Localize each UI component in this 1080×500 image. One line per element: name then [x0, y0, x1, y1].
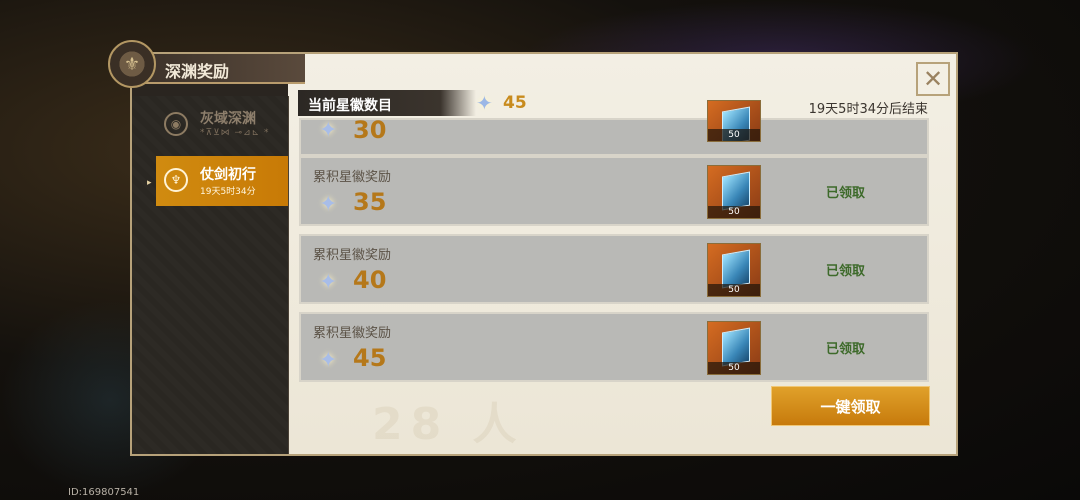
- reward-stars: 30: [353, 116, 387, 144]
- star-icon: ✦: [319, 192, 338, 217]
- reward-label: 累积星徽奖励: [313, 326, 392, 341]
- reward-row: 累积星徽奖励 ✦ 45 50 已领取: [299, 312, 929, 382]
- active-indicator-icon: ▸: [147, 178, 152, 188]
- page-title: 深渊奖励: [165, 62, 230, 81]
- claimed-status: 已领取: [826, 186, 866, 201]
- sidebar-item-sword-trial[interactable]: ♆ 仗剑初行 19天5时34分: [156, 156, 288, 206]
- reward-item-card[interactable]: 50: [707, 165, 761, 219]
- star-icon: ✦: [476, 91, 493, 115]
- item-count: 50: [708, 284, 760, 296]
- reward-label: 累积星徽奖励: [313, 248, 392, 263]
- reward-stars: 40: [353, 266, 387, 294]
- eye-icon: ◉: [164, 112, 188, 136]
- close-button[interactable]: ✕: [916, 62, 950, 96]
- reward-stars: 45: [353, 344, 387, 372]
- event-timer: 19天5时34分后结束: [808, 102, 928, 117]
- crystal-icon: [722, 171, 750, 211]
- player-id: ID:169807541: [68, 487, 140, 498]
- stars-value: 45: [503, 93, 527, 113]
- crystal-icon: [722, 249, 750, 289]
- trident-icon: ♆: [164, 168, 188, 192]
- crystal-icon: [722, 327, 750, 367]
- claimed-status: 已领取: [826, 342, 866, 357]
- star-icon: ✦: [319, 348, 338, 373]
- sidebar-item-sub: 19天5时34分: [200, 187, 256, 197]
- item-count: 50: [708, 129, 760, 141]
- claim-all-button[interactable]: 一键领取: [771, 386, 930, 426]
- reward-row: 累积星徽奖励 ✦ 35 50 已领取: [299, 156, 929, 226]
- sidebar-item-grey-abyss[interactable]: ◉ 灰域深渊 *⊼⊻⋈ ⊸⊿⊾ *: [156, 100, 288, 150]
- reward-item-card[interactable]: 50: [707, 100, 761, 142]
- sidebar-item-sub: *⊼⊻⋈ ⊸⊿⊾ *: [200, 128, 270, 138]
- reward-row: 累积星徽奖励 ✦ 40 50 已领取: [299, 234, 929, 304]
- star-icon: ✦: [319, 118, 338, 143]
- claimed-status: 已领取: [826, 264, 866, 279]
- star-icon: ✦: [319, 270, 338, 295]
- crest-icon: ⚜: [108, 40, 156, 88]
- item-count: 50: [708, 362, 760, 374]
- sidebar-item-label: 仗剑初行: [200, 167, 256, 183]
- reward-label: 累积星徽奖励: [313, 170, 392, 185]
- reward-item-card[interactable]: 50: [707, 243, 761, 297]
- reward-stars: 35: [353, 188, 387, 216]
- reward-row: ✦ 30 50: [299, 100, 929, 156]
- stars-label: 当前星徽数目: [308, 98, 392, 114]
- background-watermark: 28 人: [372, 399, 525, 450]
- item-count: 50: [708, 206, 760, 218]
- reward-item-card[interactable]: 50: [707, 321, 761, 375]
- sidebar-item-label: 灰域深渊: [200, 111, 256, 127]
